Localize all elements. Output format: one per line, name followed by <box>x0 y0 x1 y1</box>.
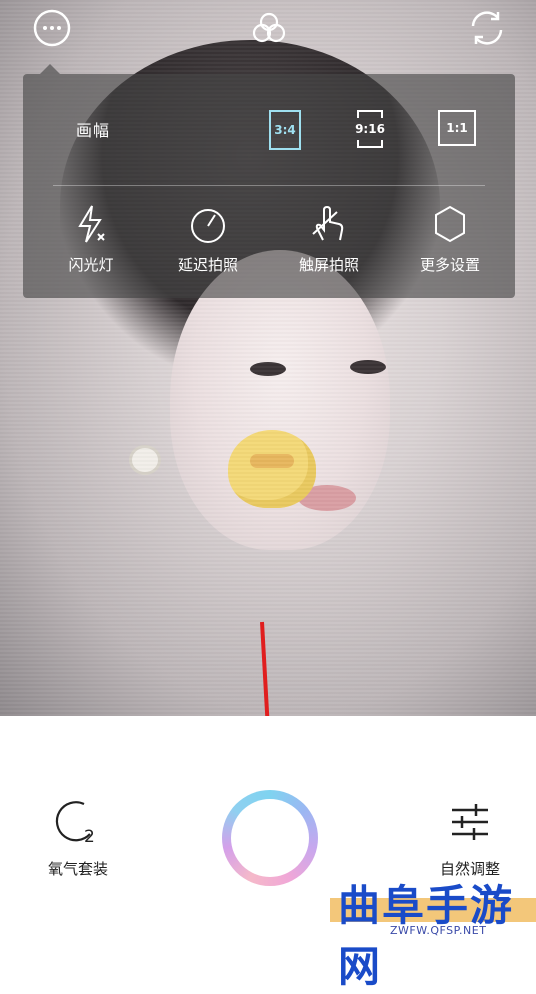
svg-text:2: 2 <box>84 827 95 846</box>
adjust-sliders-icon <box>452 804 488 840</box>
oxygen-kit-button[interactable]: 2 氧气套装 <box>28 798 128 879</box>
watermark-url: ZWFW.QFSP.NET <box>390 924 487 937</box>
watermark-logo: 曲阜手游网 <box>330 874 536 991</box>
oxygen-kit-icon: 2 <box>55 801 95 847</box>
natural-adjust-button[interactable]: 自然调整 <box>420 798 520 879</box>
shutter-button[interactable] <box>222 790 318 886</box>
